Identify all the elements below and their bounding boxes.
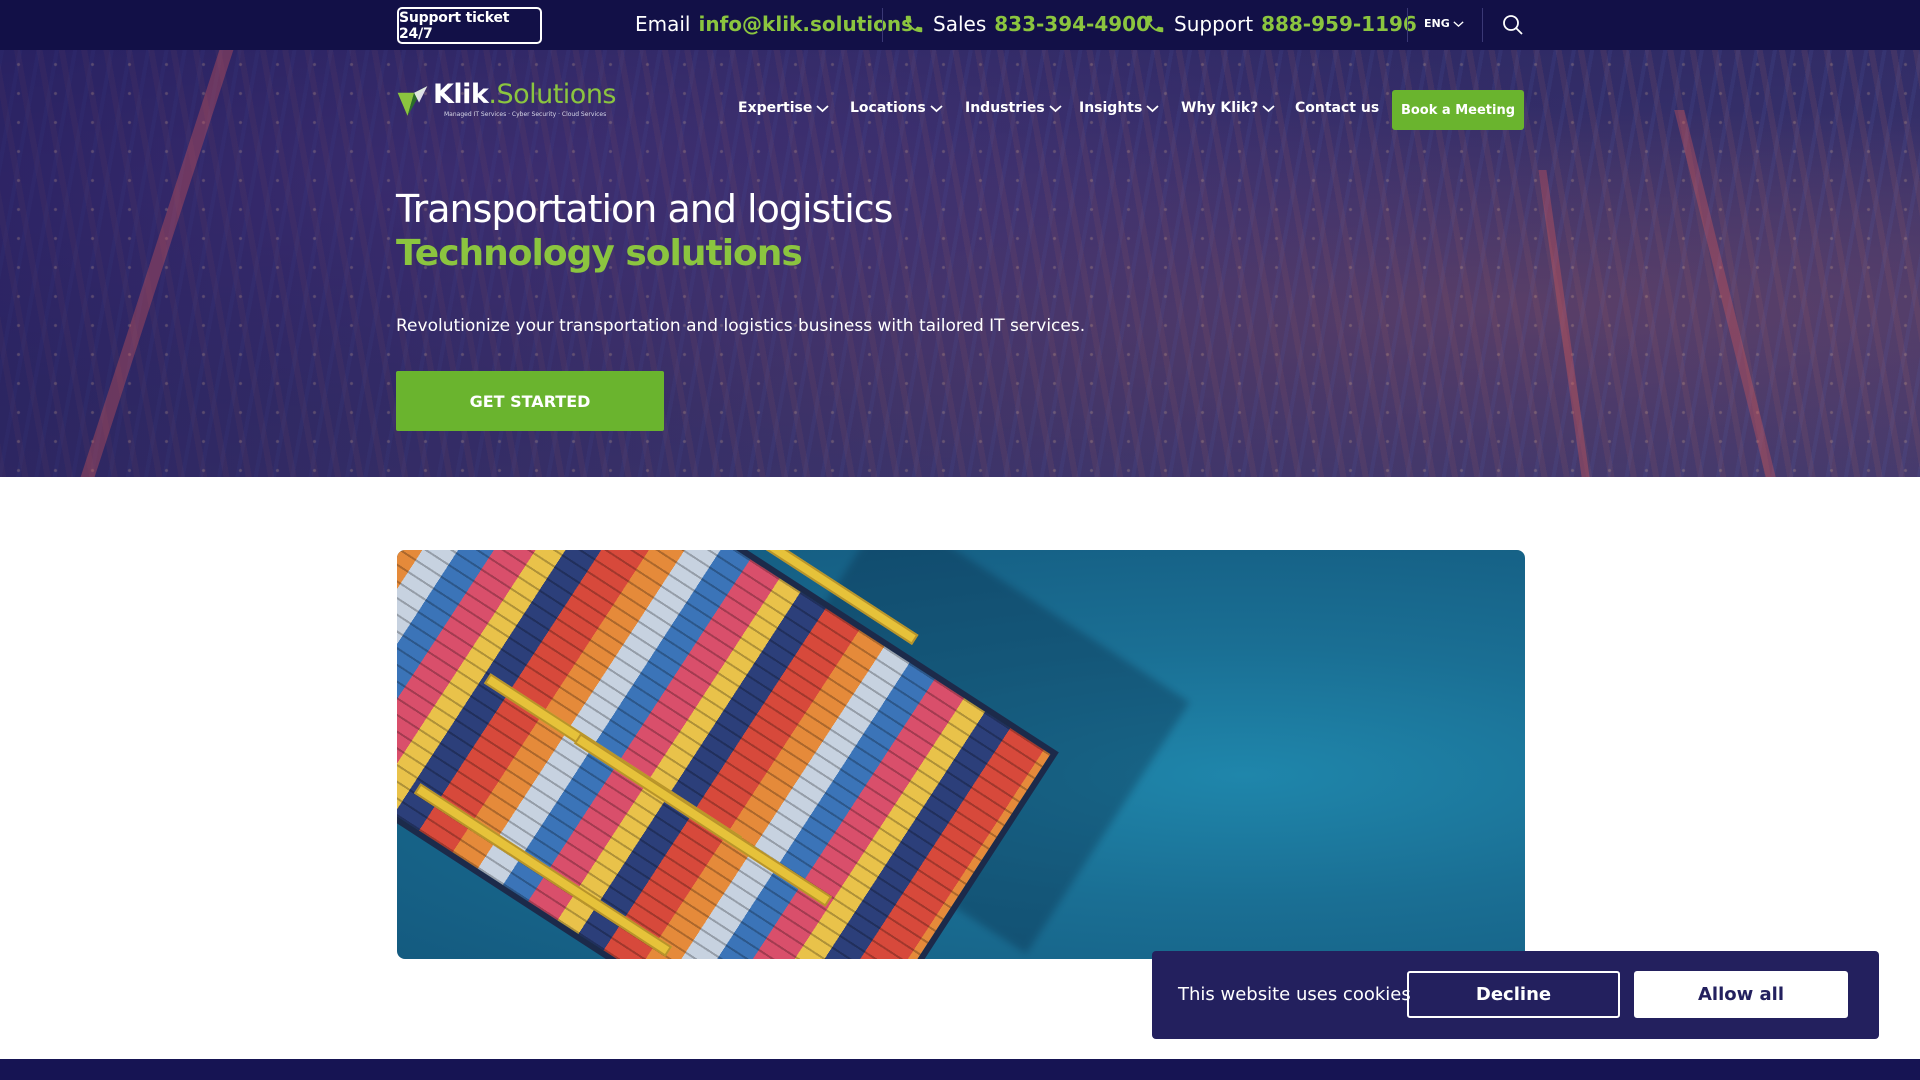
sales-label: Sales (933, 12, 987, 36)
sales-contact[interactable]: Sales 833-394-4900 (903, 12, 1150, 36)
logo-name-accent: .Solutions (488, 79, 616, 110)
port-aerial-image (397, 550, 1525, 959)
nav-label: Why Klik? (1181, 100, 1259, 116)
nav-item-expertise[interactable]: Expertise (738, 100, 829, 116)
logo-tagline: Managed IT Services · Cyber Security · C… (444, 111, 607, 118)
nav-item-insights[interactable]: Insights (1079, 100, 1159, 116)
hero-background-lights (0, 50, 1920, 477)
chevron-down-icon (930, 104, 943, 112)
support-ticket-button[interactable]: Support ticket 24/7 (397, 7, 542, 44)
cookie-banner: This website uses cookies Decline Allow … (1152, 951, 1879, 1039)
nav-label: Contact us (1295, 100, 1380, 116)
support-contact[interactable]: Support 888-959-1196 (1144, 12, 1417, 36)
nav-label: Industries (965, 100, 1045, 116)
support-label: Support (1174, 12, 1254, 36)
hero-banner (0, 50, 1920, 477)
nav-item-locations[interactable]: Locations (850, 100, 943, 116)
chevron-down-icon (1049, 104, 1062, 112)
get-started-button[interactable]: GET STARTED (396, 371, 664, 431)
chevron-down-icon (1146, 104, 1159, 112)
decline-cookies-button[interactable]: Decline (1407, 971, 1620, 1018)
logo-wordmark: Klik.Solutions (432, 79, 617, 110)
email-link[interactable]: info@klik.solutions (699, 12, 913, 36)
language-selector[interactable]: ENG (1424, 17, 1464, 30)
allow-all-cookies-button[interactable]: Allow all (1634, 971, 1848, 1018)
hero-description: Revolutionize your transportation and lo… (396, 316, 1086, 336)
nav-item-why-klik[interactable]: Why Klik? (1181, 100, 1275, 116)
nav-label: Expertise (738, 100, 813, 116)
nav-item-contact-us[interactable]: Contact us (1295, 100, 1379, 116)
chevron-down-icon (1262, 104, 1275, 112)
hero-title: Transportation and logistics (396, 187, 893, 231)
sales-phone-link[interactable]: 833-394-4900 (994, 12, 1150, 36)
logo-name-main: Klik (432, 79, 489, 110)
phone-icon (905, 15, 923, 33)
phone-icon (1146, 15, 1164, 33)
next-section-strip (0, 1059, 1920, 1080)
divider (1407, 8, 1408, 42)
hero-subtitle: Technology solutions (396, 233, 803, 274)
support-phone-link[interactable]: 888-959-1196 (1261, 12, 1417, 36)
book-meeting-button[interactable]: Book a Meeting (1392, 90, 1524, 130)
chevron-down-icon (816, 104, 829, 112)
cookie-message: This website uses cookies (1178, 984, 1411, 1005)
top-bar: Support ticket 24/7 Email info@klik.solu… (0, 0, 1920, 50)
search-icon[interactable] (1501, 13, 1525, 37)
email-label: Email (635, 12, 691, 36)
email-contact[interactable]: Email info@klik.solutions (635, 12, 913, 36)
nav-label: Insights (1079, 100, 1143, 116)
nav-label: Locations (850, 100, 926, 116)
logo-mark-icon (397, 86, 428, 116)
language-label: ENG (1424, 17, 1450, 30)
divider (1482, 8, 1483, 42)
nav-item-industries[interactable]: Industries (965, 100, 1062, 116)
divider (882, 8, 883, 42)
klik-logo[interactable]: Klik.Solutions Managed IT Services · Cyb… (396, 81, 616, 123)
chevron-down-icon (1453, 20, 1464, 27)
